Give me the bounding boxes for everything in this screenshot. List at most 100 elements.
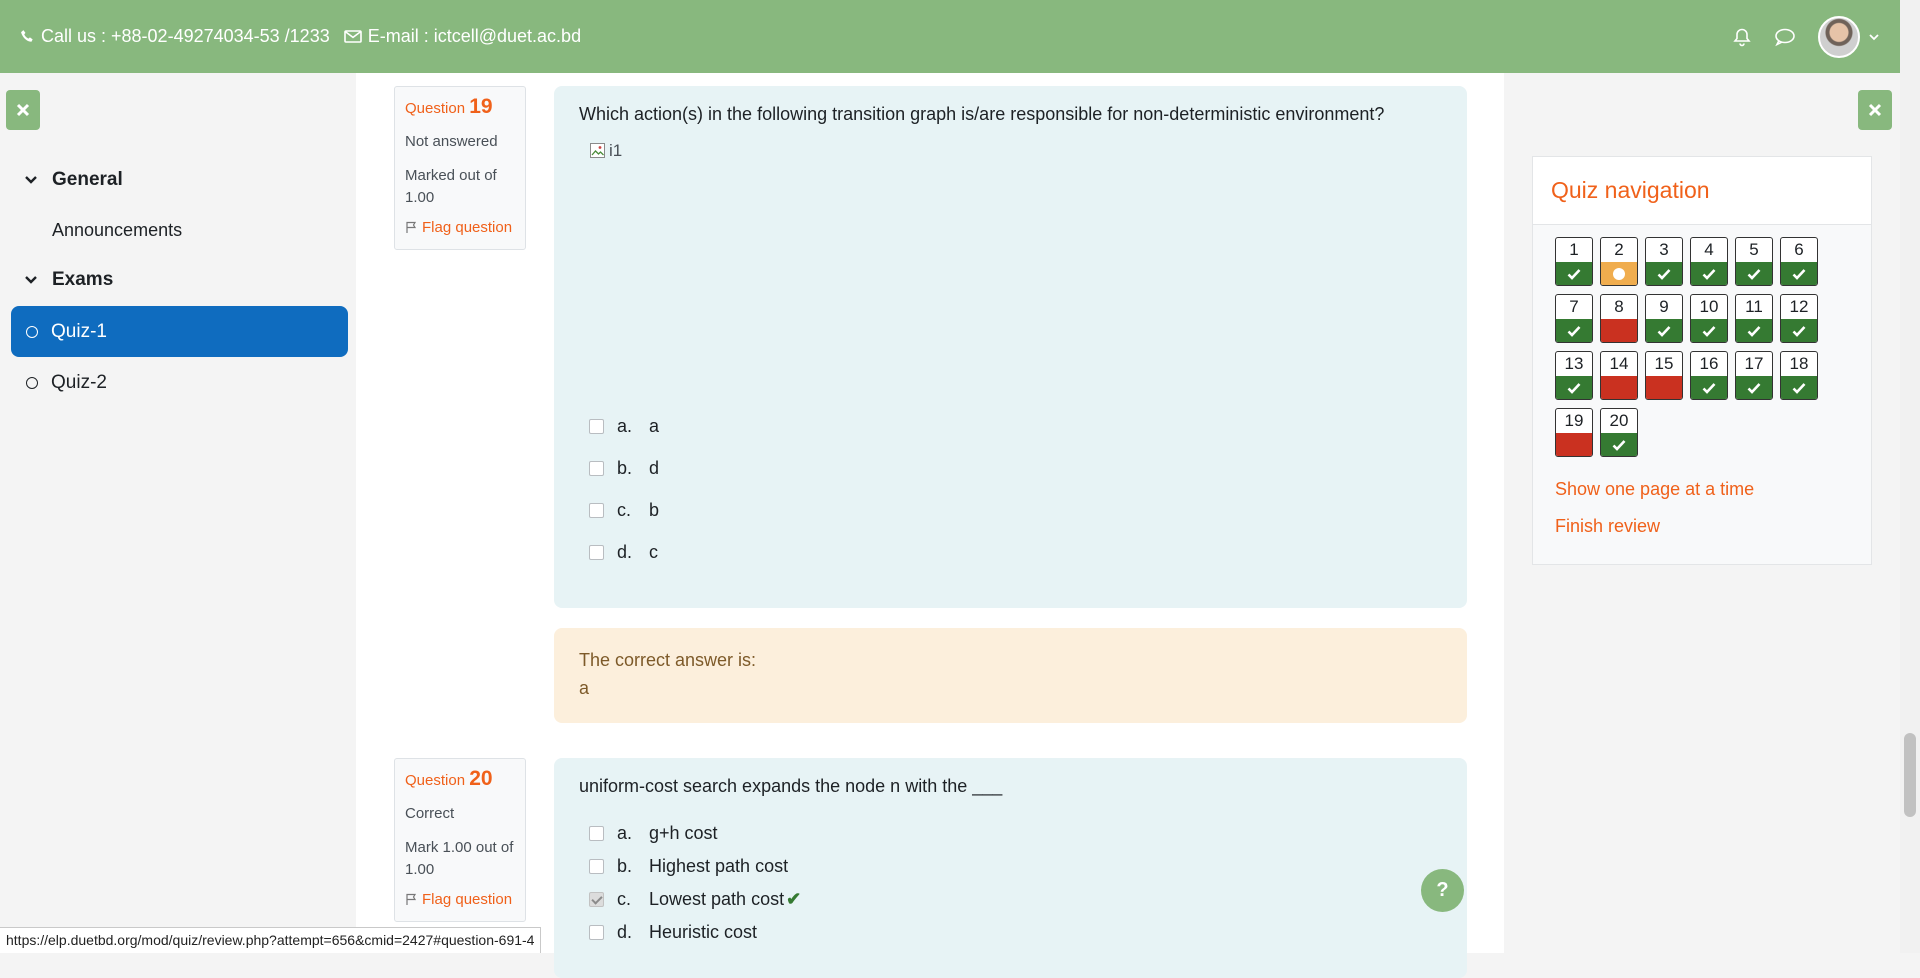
question-number-label: 5 (1749, 240, 1759, 259)
question-number-label: 16 (1699, 354, 1719, 373)
message-icon[interactable] (1774, 27, 1796, 47)
scrollbar-thumb[interactable] (1904, 733, 1916, 817)
flag-question-link[interactable]: Flag question (405, 219, 515, 236)
answer-checkbox[interactable] (589, 826, 604, 841)
question-status-wrong (1601, 319, 1637, 342)
question-status-correct (1781, 262, 1817, 285)
question-status-correct (1691, 319, 1727, 342)
close-course-index-button[interactable] (6, 90, 40, 130)
answer-option[interactable]: c. Lowest path cost ✔ (579, 883, 1442, 916)
quiz-nav-question-18[interactable]: 18 (1780, 351, 1818, 400)
browser-status-url: https://elp.duetbd.org/mod/quiz/review.p… (0, 927, 542, 953)
check-icon (1612, 440, 1626, 451)
quiz-nav-question-5[interactable]: 5 (1735, 237, 1773, 286)
quiz-nav-question-4[interactable]: 4 (1690, 237, 1728, 286)
phone-icon (21, 30, 33, 42)
question-number-label: 11 (1745, 297, 1763, 316)
show-one-page-link[interactable]: Show one page at a time (1555, 479, 1754, 500)
quiz-nav-question-19[interactable]: 19 (1555, 408, 1593, 457)
answer-text: Highest path cost (649, 856, 789, 876)
question-number-label: 14 (1609, 354, 1629, 373)
answer-checkbox[interactable] (589, 418, 604, 434)
quiz-nav-question-2[interactable]: 2 (1600, 237, 1638, 286)
answer-option[interactable]: b. Highest path cost (579, 850, 1442, 883)
quiz-nav-question-6[interactable]: 6 (1780, 237, 1818, 286)
check-icon (1747, 269, 1761, 280)
question-number-label: 3 (1659, 240, 1669, 259)
correct-check-icon: ✔ (786, 889, 802, 909)
quiz-nav-question-11[interactable]: 11 (1735, 294, 1773, 343)
quiz-nav-question-10[interactable]: 10 (1690, 294, 1728, 343)
question-status-correct (1691, 376, 1727, 399)
question-number-label: 15 (1654, 354, 1674, 373)
main-content: Question 19 Not answered Marked out of 1… (356, 73, 1504, 978)
section-general[interactable]: General (24, 169, 123, 191)
quiz-nav-question-20[interactable]: 20 (1600, 408, 1638, 457)
answer-text: g+h cost (649, 823, 718, 843)
quiz-nav-question-3[interactable]: 3 (1645, 237, 1683, 286)
check-icon (1567, 383, 1581, 394)
question-status-correct (1781, 376, 1817, 399)
answer-checkbox-checked[interactable] (589, 892, 604, 907)
question-number-label: 7 (1569, 297, 1579, 316)
question-label: Question (405, 100, 466, 117)
question-number-label: 18 (1789, 354, 1809, 373)
help-button[interactable]: ? (1421, 869, 1464, 912)
answer-checkbox[interactable] (589, 544, 604, 560)
quiz-nav-question-12[interactable]: 12 (1780, 294, 1818, 343)
question-status-correct (1556, 376, 1592, 399)
quiz-nav-question-14[interactable]: 14 (1600, 351, 1638, 400)
answer-letter: b. (617, 856, 633, 876)
question-status-correct (1736, 319, 1772, 342)
page-scrollbar[interactable] (1900, 0, 1920, 953)
answer-option[interactable]: d. c (579, 531, 1442, 573)
image-alt-text: i1 (609, 141, 623, 160)
close-icon (1868, 103, 1882, 117)
quiz-nav-question-1[interactable]: 1 (1555, 237, 1593, 286)
question-number-label: 1 (1569, 240, 1579, 259)
quiz-nav-question-16[interactable]: 16 (1690, 351, 1728, 400)
check-icon (1792, 383, 1806, 394)
answer-checkbox[interactable] (589, 460, 604, 476)
chevron-down-icon[interactable] (1868, 31, 1880, 43)
check-icon (1702, 326, 1716, 337)
quiz-nav-question-17[interactable]: 17 (1735, 351, 1773, 400)
answer-option[interactable]: d. Heuristic cost (579, 916, 1442, 949)
close-quiz-navigation-button[interactable] (1858, 90, 1892, 130)
answer-checkbox[interactable] (589, 502, 604, 518)
quiz-nav-question-9[interactable]: 9 (1645, 294, 1683, 343)
activity-circle-icon (26, 325, 38, 338)
sidebar-item-quiz-1[interactable]: Quiz-1 (11, 306, 348, 357)
question-number: Question 19 (405, 95, 515, 119)
answer-option[interactable]: b. d (579, 447, 1442, 489)
question-status-correct (1691, 262, 1727, 285)
flag-question-link[interactable]: Flag question (405, 891, 515, 908)
quiz-navigation-drawer: Quiz navigation 1 2 3 4 5 6 7 8 9 10 11 12 13 14 15 16 1… (1504, 73, 1900, 953)
finish-review-link[interactable]: Finish review (1555, 516, 1660, 537)
answer-checkbox[interactable] (589, 925, 604, 940)
question-status-partial (1601, 262, 1637, 285)
sidebar-item-quiz-2[interactable]: Quiz-2 (11, 357, 348, 408)
answer-option[interactable]: c. b (579, 489, 1442, 531)
answer-option[interactable]: a. g+h cost (579, 817, 1442, 850)
question-number-label: 4 (1704, 240, 1714, 259)
quiz-nav-question-13[interactable]: 13 (1555, 351, 1593, 400)
quiz-nav-question-8[interactable]: 8 (1600, 294, 1638, 343)
user-avatar[interactable] (1818, 15, 1860, 58)
answer-option[interactable]: a. a (579, 405, 1442, 447)
answer-text: a (649, 415, 660, 436)
answer-checkbox[interactable] (589, 859, 604, 874)
section-exams[interactable]: Exams (24, 269, 113, 291)
partial-dot-icon (1613, 268, 1625, 280)
question-number-label: 10 (1699, 297, 1719, 316)
chevron-down-icon (25, 276, 37, 284)
quiz-nav-question-15[interactable]: 15 (1645, 351, 1683, 400)
bell-icon[interactable] (1732, 27, 1752, 47)
question-text: Which action(s) in the following transit… (579, 104, 1385, 124)
quiz-nav-question-7[interactable]: 7 (1555, 294, 1593, 343)
sidebar-item-announcements[interactable]: Announcements (52, 220, 182, 241)
question-number-label: 8 (1614, 297, 1624, 316)
question-state: Not answered (405, 133, 498, 150)
broken-image-icon (590, 143, 605, 158)
check-icon (1747, 326, 1761, 337)
